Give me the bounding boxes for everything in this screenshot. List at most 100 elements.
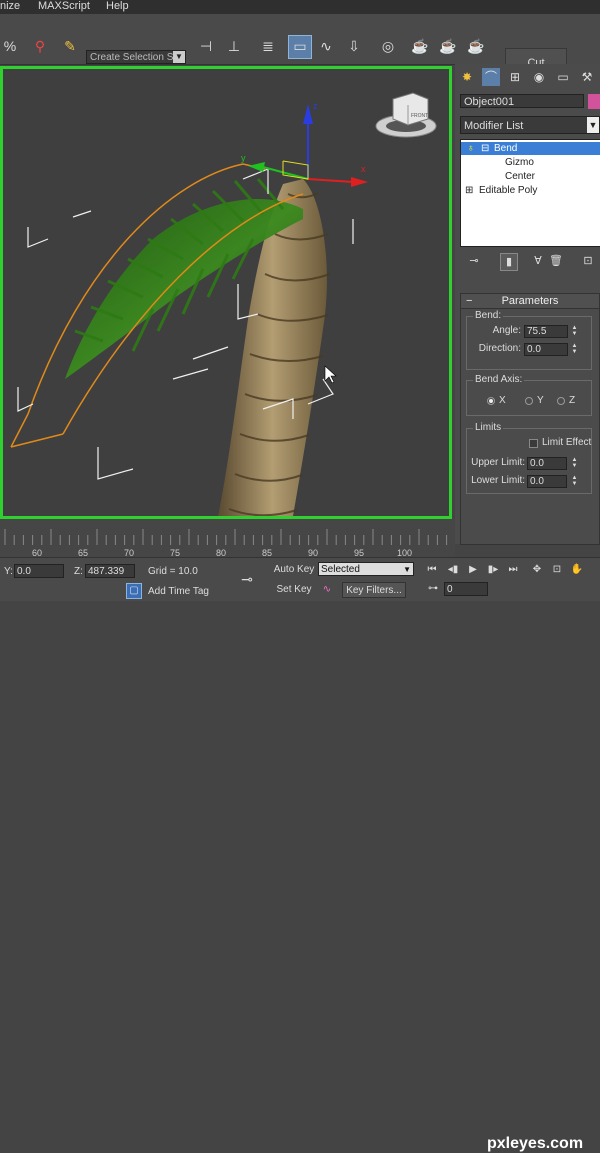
parameters-title: Parameters bbox=[501, 295, 559, 307]
expand-icon[interactable]: ⊞ bbox=[465, 184, 473, 197]
gizmo-z-label: z bbox=[313, 101, 318, 111]
hierarchy-tab-icon[interactable]: ⊞ bbox=[506, 68, 524, 86]
stack-item-gizmo[interactable]: Gizmo bbox=[505, 156, 534, 169]
field-of-view-icon[interactable]: ⊡ bbox=[550, 563, 564, 577]
key-mode-icon[interactable]: ⊶ bbox=[426, 582, 440, 596]
gizmo-y-label: y bbox=[241, 153, 246, 163]
display-tab-icon[interactable]: ▭ bbox=[554, 68, 572, 86]
selection-set-dropdown[interactable]: Create Selection Se ▼ bbox=[86, 50, 186, 64]
limits-title: Limits bbox=[473, 422, 504, 433]
ribbon-icon[interactable]: ▭ bbox=[288, 35, 312, 59]
stack-item-center[interactable]: Center bbox=[505, 170, 535, 183]
modify-tab-icon[interactable]: ⌒ bbox=[482, 68, 500, 86]
y-coord-label: Y: bbox=[4, 566, 13, 577]
transform-gizmo: z x y bbox=[241, 101, 368, 187]
stack-item-bend[interactable]: ♁ ⊟ Bend bbox=[461, 142, 600, 155]
axis-z-label: Z bbox=[569, 395, 576, 406]
auto-key-selection-dropdown[interactable]: Selected ▼ bbox=[318, 562, 414, 576]
previous-frame-icon[interactable]: ◂▮ bbox=[446, 563, 460, 577]
lower-limit-field[interactable]: 0.0 bbox=[527, 475, 567, 488]
configure-modifier-sets-icon[interactable]: ⊡ bbox=[580, 253, 596, 269]
percent-snap-icon[interactable]: % bbox=[0, 36, 20, 56]
render-setup-icon[interactable]: ☕ bbox=[410, 36, 430, 56]
upper-limit-spinner-icon[interactable]: ▲ ▼ bbox=[570, 457, 579, 470]
key-filters-button[interactable]: Key Filters... bbox=[342, 582, 406, 598]
bend-axis-title: Bend Axis: bbox=[473, 374, 525, 385]
object-name-field[interactable]: Object001 bbox=[460, 94, 584, 108]
motion-tab-icon[interactable]: ◉ bbox=[530, 68, 548, 86]
menu-item-maxscript[interactable]: MAXScript bbox=[38, 0, 90, 12]
bend-axis-group: Bend Axis: X Y Z bbox=[466, 374, 592, 416]
lower-limit-label: Lower Limit: bbox=[471, 475, 525, 486]
key-icon[interactable]: ⊸ bbox=[240, 572, 254, 586]
z-coord-field[interactable]: 487.339 bbox=[85, 564, 135, 578]
viewcube[interactable]: FRONT bbox=[375, 92, 437, 138]
limit-effect-label: Limit Effect bbox=[542, 437, 592, 448]
watermark: pxleyes.com bbox=[487, 1135, 584, 1152]
utilities-tab-icon[interactable]: ⚒ bbox=[578, 68, 596, 86]
mouse-cursor-icon bbox=[324, 365, 337, 384]
parameters-header[interactable]: − Parameters bbox=[461, 294, 599, 309]
viewcube-label: FRONT bbox=[411, 113, 428, 119]
menu-item-customize[interactable]: nize bbox=[0, 0, 20, 12]
timeline[interactable]: 60 65 70 75 80 85 90 95 100 bbox=[0, 519, 455, 558]
lower-limit-spinner-icon[interactable]: ▲ ▼ bbox=[570, 475, 579, 488]
material-editor-icon[interactable]: ◎ bbox=[378, 36, 398, 56]
menu-bar: nize MAXScript Help bbox=[0, 0, 600, 14]
collapse-icon: − bbox=[466, 295, 473, 307]
spinner-snap-icon[interactable]: ⚲ bbox=[30, 36, 50, 56]
create-tab-icon[interactable]: ✸ bbox=[458, 68, 476, 86]
show-end-result-icon[interactable]: ▮ bbox=[500, 253, 518, 271]
pin-stack-icon[interactable]: ⊸ bbox=[466, 253, 482, 269]
curve-editor-icon[interactable]: ∿ bbox=[316, 36, 336, 56]
time-tag-icon[interactable]: ▢ bbox=[126, 583, 142, 599]
axis-y-label: Y bbox=[537, 395, 544, 406]
layer-manager-icon[interactable]: ≣ bbox=[258, 36, 278, 56]
next-frame-icon[interactable]: ▮▸ bbox=[486, 563, 500, 577]
add-time-tag-button[interactable]: Add Time Tag bbox=[148, 586, 209, 597]
direction-field[interactable]: 0.0 bbox=[524, 343, 568, 356]
parameters-rollout: − Parameters Bend: Angle: 75.5 ▲ ▼ Direct… bbox=[460, 293, 600, 545]
angle-field[interactable]: 75.5 bbox=[524, 325, 568, 338]
render-icon[interactable]: ☕ bbox=[466, 36, 486, 56]
go-to-end-icon[interactable]: ⏭ bbox=[506, 563, 520, 577]
stack-item-label: Bend bbox=[494, 143, 518, 154]
render-frame-icon[interactable]: ☕ bbox=[438, 36, 458, 56]
schematic-view-icon[interactable]: ⇩ bbox=[344, 36, 364, 56]
y-coord-field[interactable]: 0.0 bbox=[14, 564, 64, 578]
stack-toolbar: ⊸ ▮ ∀ 🗑 ⊡ bbox=[460, 253, 600, 271]
expand-icon[interactable]: ⊟ bbox=[481, 142, 489, 155]
modifier-list-label: Modifier List bbox=[464, 120, 524, 132]
bend-group-title: Bend: bbox=[473, 310, 504, 321]
axis-y-radio[interactable] bbox=[525, 397, 533, 405]
direction-spinner-icon[interactable]: ▲ ▼ bbox=[570, 343, 579, 356]
pan-view-icon[interactable]: ✋ bbox=[570, 563, 584, 577]
lightbulb-icon[interactable]: ♁ bbox=[467, 142, 475, 155]
edit-named-selection-icon[interactable]: ✎ bbox=[60, 36, 80, 56]
selection-set-text: Create Selection Se bbox=[90, 52, 179, 63]
z-coord-label: Z: bbox=[74, 566, 83, 577]
key-tangent-icon[interactable]: ∿ bbox=[320, 583, 334, 597]
upper-limit-field[interactable]: 0.0 bbox=[527, 457, 567, 470]
perspective-viewport[interactable]: z x y FRONT bbox=[0, 66, 452, 519]
object-color-swatch[interactable] bbox=[588, 94, 600, 109]
gizmo-x-label: x bbox=[361, 164, 366, 174]
angle-label: Angle: bbox=[492, 325, 521, 336]
auto-key-button[interactable]: Auto Key bbox=[272, 562, 316, 578]
current-frame-field[interactable]: 0 bbox=[444, 582, 488, 596]
limit-effect-checkbox[interactable] bbox=[529, 439, 538, 448]
go-to-start-icon[interactable]: ⏮ bbox=[425, 563, 439, 577]
mirror-icon[interactable]: ⊣ bbox=[196, 36, 216, 56]
angle-spinner-icon[interactable]: ▲ ▼ bbox=[570, 325, 579, 338]
align-icon[interactable]: ⊥ bbox=[224, 36, 244, 56]
chevron-down-icon: ▼ bbox=[173, 51, 185, 63]
make-unique-icon[interactable]: ∀ bbox=[530, 253, 546, 269]
set-key-button[interactable]: Set Key bbox=[272, 582, 316, 598]
play-icon[interactable]: ▶ bbox=[466, 563, 480, 577]
menu-item-help[interactable]: Help bbox=[106, 0, 129, 12]
remove-modifier-icon[interactable]: 🗑 bbox=[548, 253, 564, 269]
axis-z-radio[interactable] bbox=[557, 397, 565, 405]
modifier-list-dropdown[interactable]: Modifier List ▼ bbox=[460, 116, 600, 134]
axis-x-radio[interactable] bbox=[487, 397, 495, 405]
zoom-extents-icon[interactable]: ✥ bbox=[530, 563, 544, 577]
